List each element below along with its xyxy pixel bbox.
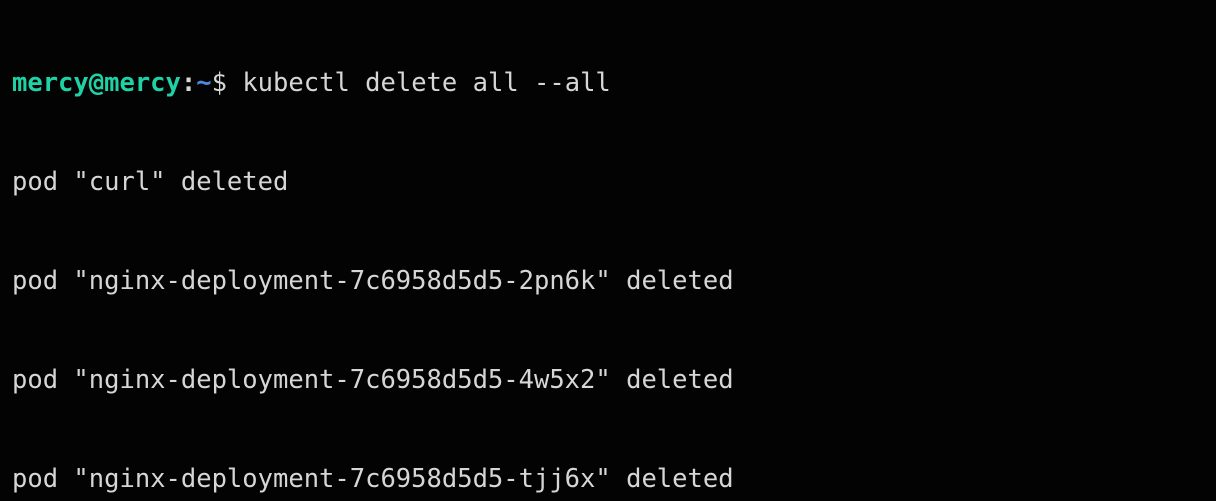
output-line: pod "nginx-deployment-7c6958d5d5-tjj6x" … xyxy=(12,463,1204,496)
output-line: pod "nginx-deployment-7c6958d5d5-4w5x2" … xyxy=(12,364,1204,397)
prompt-user: mercy xyxy=(12,68,89,98)
prompt-colon: : xyxy=(181,68,196,98)
prompt-path: ~ xyxy=(196,68,211,98)
prompt-at: @ xyxy=(89,68,104,98)
prompt-host: mercy xyxy=(104,68,181,98)
terminal[interactable]: mercy@mercy:~$ kubectl delete all --all … xyxy=(0,0,1216,501)
output-line: pod "nginx-deployment-7c6958d5d5-2pn6k" … xyxy=(12,265,1204,298)
prompt-dollar: $ xyxy=(212,68,243,98)
prompt-line-1: mercy@mercy:~$ kubectl delete all --all xyxy=(12,67,1204,100)
command-text: kubectl delete all --all xyxy=(242,68,610,98)
output-line: pod "curl" deleted xyxy=(12,166,1204,199)
